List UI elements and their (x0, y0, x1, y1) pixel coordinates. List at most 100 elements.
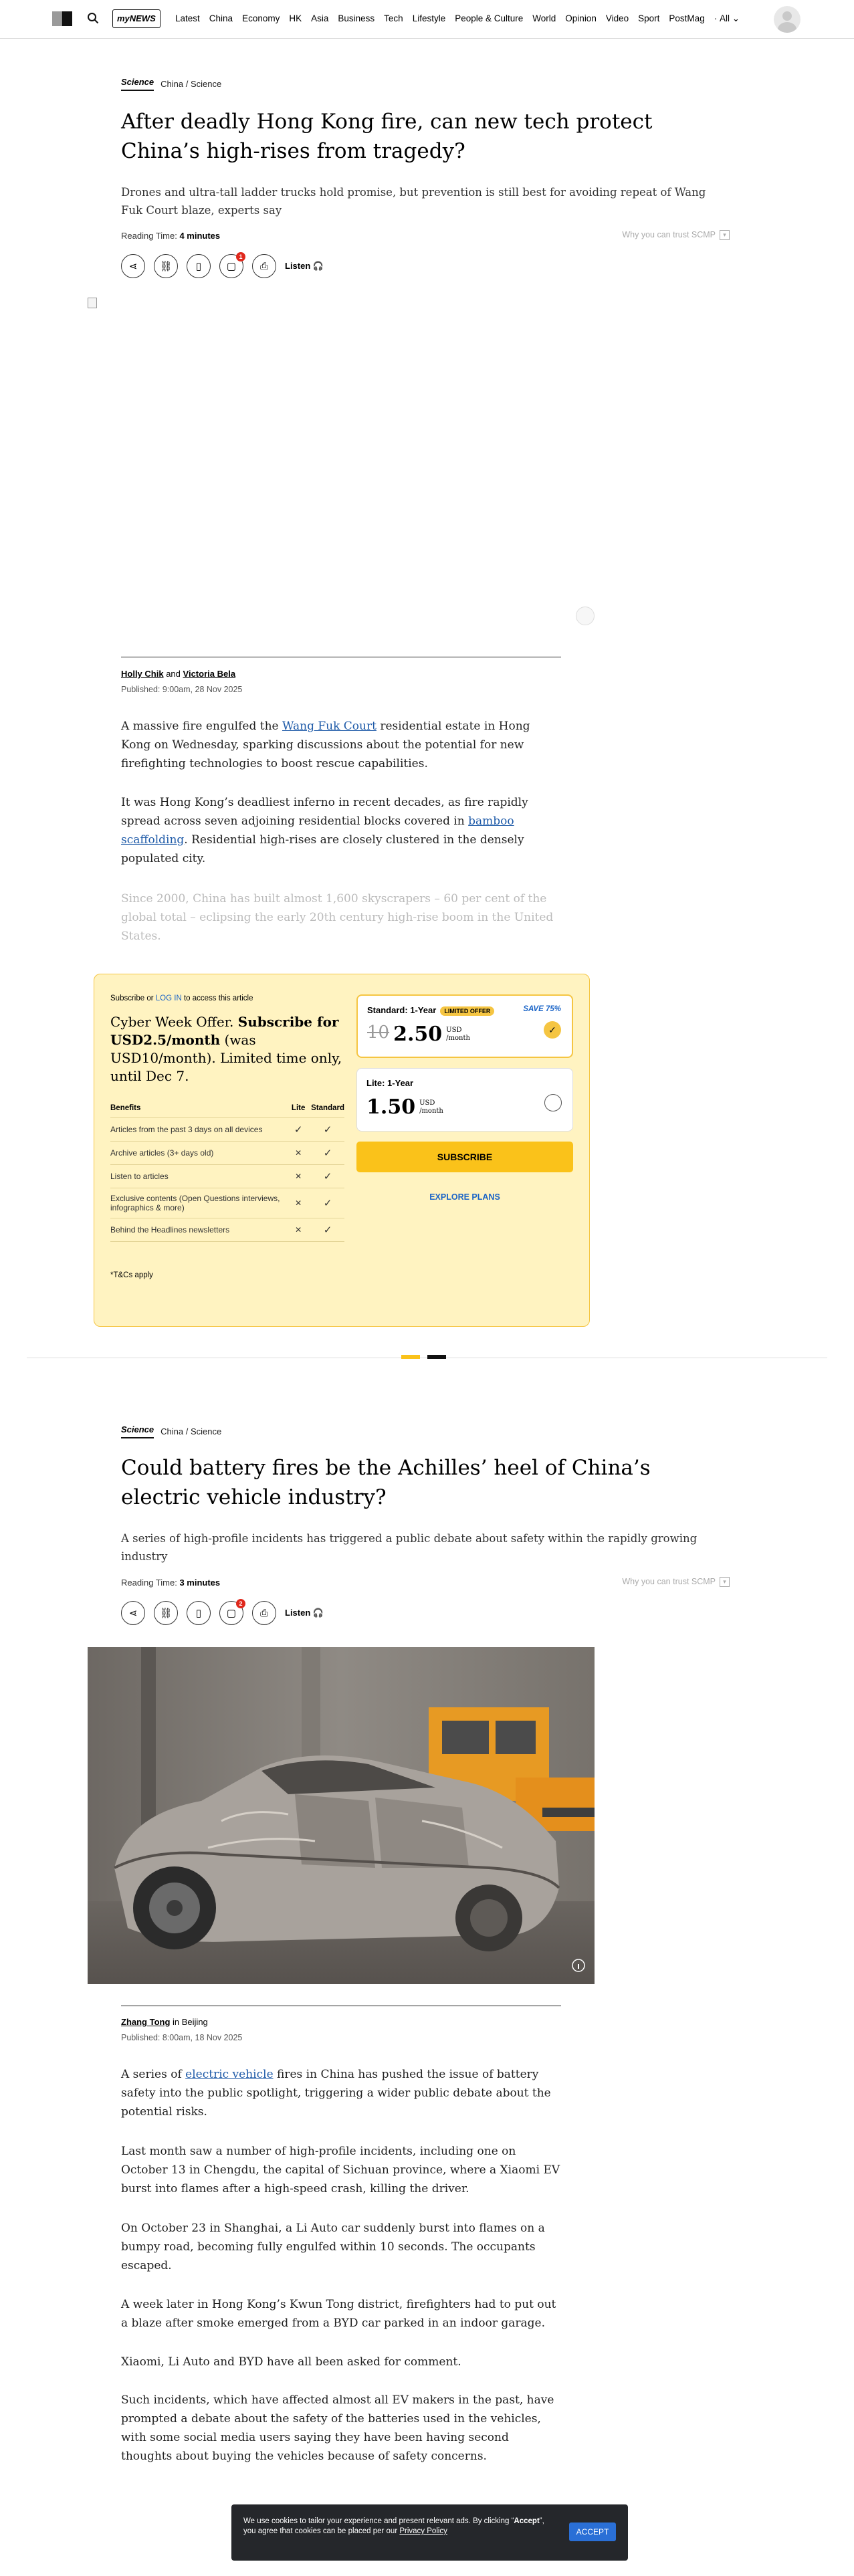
article-2-paragraph: Xiaomi, Li Auto and BYD have all been as… (121, 2355, 461, 2369)
link-icon[interactable]: ⛓ (154, 1601, 178, 1625)
cross-icon: ✕ (286, 1218, 312, 1242)
table-header: Benefits Lite Standard (110, 1099, 344, 1118)
nav-hk[interactable]: HK (289, 13, 302, 24)
table-row: Exclusive contents (Open Questions inter… (110, 1188, 344, 1218)
nav-all[interactable]: · All ⌄ (714, 13, 740, 24)
currency: USD (446, 1027, 462, 1034)
check-icon: ✓ (311, 1117, 344, 1142)
explore-plans-link[interactable]: EXPLORE PLANS (356, 1192, 573, 1202)
breadcrumb[interactable]: China / Science (161, 79, 221, 89)
accept-cookies-button[interactable]: ACCEPT (569, 2523, 616, 2541)
chevron-down-icon: ▾ (720, 1577, 730, 1588)
comment-icon[interactable]: ▢ 2 (219, 1599, 245, 1625)
trust-label: Why you can trust SCMP (622, 1577, 716, 1586)
article-2-kicker: Science China / Science (121, 1424, 730, 1438)
plan-standard-card[interactable]: Standard: 1-Year LIMITED OFFER SAVE 75% 1… (356, 994, 573, 1058)
privacy-policy-link[interactable]: Privacy Policy (399, 2527, 447, 2535)
share-icon[interactable]: ⋖ (121, 254, 145, 278)
table-row: Articles from the past 3 days on all dev… (110, 1117, 344, 1142)
listen-button[interactable]: Listen 🎧 (285, 1608, 324, 1618)
login-link[interactable]: LOG IN (156, 994, 182, 1002)
mynews-button[interactable]: myNEWS (112, 9, 161, 28)
bookmark-icon[interactable]: ▯ (187, 254, 211, 278)
check-icon: ✓ (311, 1141, 344, 1165)
reading-time-value: 4 minutes (179, 231, 221, 241)
article-1-paragraph: It was Hong Kong’s deadliest inferno in … (121, 793, 562, 868)
article-1-toolbar: ⋖ ⛓ ▯ ▢ 1 ⎙ Listen 🎧 (121, 252, 730, 278)
nav-china[interactable]: China (209, 13, 233, 24)
header-standard: Standard (311, 1099, 344, 1118)
link-icon[interactable]: ⛓ (154, 254, 178, 278)
author-link[interactable]: Zhang Tong (121, 2017, 170, 2027)
progress-indicator (427, 1355, 446, 1359)
paywall-left: Subscribe or LOG IN to access this artic… (110, 994, 344, 1279)
nav-tech[interactable]: Tech (384, 13, 403, 24)
print-icon[interactable]: ⎙ (252, 1601, 276, 1625)
cross-icon: ✕ (286, 1141, 312, 1165)
author-link[interactable]: Victoria Bela (183, 669, 236, 679)
terms-link[interactable]: *T&Cs apply (110, 1271, 344, 1279)
trust-link[interactable]: Why you can trust SCMP ▾ (622, 1577, 730, 1588)
cookie-text-part: We use cookies to tailor your experience… (243, 2517, 514, 2525)
header-benefits: Benefits (110, 1099, 286, 1118)
per-month: /month (446, 1035, 470, 1042)
section-tag[interactable]: Science (121, 1424, 154, 1438)
listen-button[interactable]: Listen 🎧 (285, 261, 324, 272)
plan-lite-card[interactable]: Lite: 1-Year 1.50 USD/month (356, 1068, 573, 1132)
trust-link[interactable]: Why you can trust SCMP ▾ (622, 230, 730, 241)
article-2-meta-row: Reading Time: 3 minutes Why you can trus… (121, 1577, 730, 1589)
radio-button[interactable] (544, 1094, 562, 1111)
benefit-name: Archive articles (3+ days old) (110, 1141, 286, 1165)
article-1-byline: Holly Chik and Victoria Bela (121, 669, 730, 679)
new-price: 1.50 (366, 1095, 416, 1119)
image-info-icon[interactable] (576, 607, 595, 625)
article-2-paragraph: Such incidents, which have affected almo… (121, 2393, 554, 2463)
nav-latest[interactable]: Latest (175, 13, 200, 24)
subscription-paywall: Subscribe or LOG IN to access this artic… (94, 974, 590, 1327)
cookie-banner: We use cookies to tailor your experience… (231, 2504, 628, 2561)
nav-business[interactable]: Business (338, 13, 375, 24)
chevron-down-icon: ⌄ (732, 13, 740, 23)
top-navigation-bar: myNEWS Latest China Economy HK Asia Busi… (0, 0, 854, 39)
article-1-headline: After deadly Hong Kong fire, can new tec… (121, 110, 653, 163)
nav-sport[interactable]: Sport (638, 13, 659, 24)
benefit-name: Listen to articles (110, 1164, 286, 1188)
check-icon[interactable]: ✓ (544, 1021, 561, 1039)
offer-text: Cyber Week Offer. Subscribe for USD2.5/m… (110, 1013, 344, 1085)
nav-video[interactable]: Video (606, 13, 629, 24)
publish-date: Published: 9:00am, 28 Nov 2025 (121, 685, 243, 694)
nav-world[interactable]: World (532, 13, 556, 24)
article-1-meta-row: Reading Time: 4 minutes Why you can trus… (121, 230, 730, 242)
section-tag[interactable]: Science (121, 77, 154, 91)
benefits-table: Benefits Lite Standard Articles from the… (110, 1099, 344, 1242)
electric-vehicle-link[interactable]: electric vehicle (185, 2068, 273, 2081)
user-avatar[interactable] (774, 6, 800, 33)
nav-economy[interactable]: Economy (242, 13, 280, 24)
comment-icon[interactable]: ▢ 1 (219, 252, 245, 278)
search-icon[interactable] (87, 12, 99, 27)
wang-fuk-court-link[interactable]: Wang Fuk Court (282, 720, 377, 733)
check-icon: ✓ (311, 1218, 344, 1242)
reading-time: Reading Time: 3 minutes (121, 1578, 220, 1588)
nav-lifestyle[interactable]: Lifestyle (413, 13, 446, 24)
nav-people-culture[interactable]: People & Culture (455, 13, 523, 24)
nav-postmag[interactable]: PostMag (669, 13, 704, 24)
nav-opinion[interactable]: Opinion (565, 13, 597, 24)
nav-all-label: All (719, 13, 730, 23)
print-icon[interactable]: ⎙ (252, 254, 276, 278)
bookmark-icon[interactable]: ▯ (187, 1601, 211, 1625)
author-link[interactable]: Holly Chik (121, 669, 164, 679)
subscribe-button[interactable]: SUBSCRIBE (356, 1142, 573, 1172)
publish-date: Published: 8:00am, 18 Nov 2025 (121, 2033, 243, 2042)
nav-asia[interactable]: Asia (311, 13, 328, 24)
limited-offer-badge: LIMITED OFFER (440, 1006, 495, 1016)
headphones-icon: 🎧 (312, 1608, 324, 1618)
share-icon[interactable]: ⋖ (121, 1601, 145, 1625)
plan-price: 1.50 USD/month (366, 1095, 443, 1119)
breadcrumb[interactable]: China / Science (161, 1426, 221, 1436)
paywall-login-prompt: Subscribe or LOG IN to access this artic… (110, 994, 344, 1002)
burned-car-illustration (88, 1647, 595, 1984)
new-price: 2.50 (393, 1023, 443, 1046)
burned-car-photo (88, 1647, 595, 1984)
scmp-logo[interactable] (52, 11, 72, 26)
